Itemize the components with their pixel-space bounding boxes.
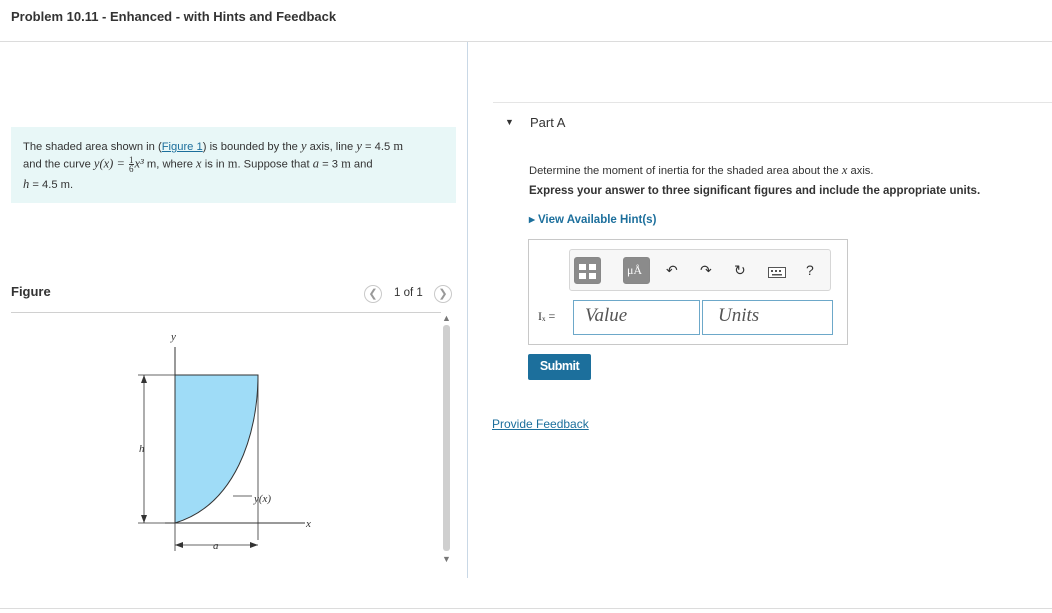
prev-figure-button[interactable]: ❮ [364,285,382,303]
figure-scrollbar[interactable] [443,325,450,551]
templates-button[interactable] [574,257,601,284]
view-hints-link[interactable]: ▸ View Available Hint(s) [529,212,656,226]
panel-divider [467,42,468,578]
templates-icon [579,264,596,279]
figure-label-y: y [170,331,176,343]
figure-pager-count: 1 of 1 [394,287,423,299]
question-text: Determine the moment of inertia for the … [529,163,874,177]
collapse-caret-icon[interactable]: ▼ [505,117,514,127]
footer-divider [0,608,1052,609]
provide-feedback-link[interactable]: Provide Feedback [492,417,589,431]
part-a-title[interactable]: Part A [530,115,565,130]
next-figure-button[interactable]: ❯ [434,285,452,303]
scroll-down-arrow-icon[interactable]: ▼ [442,554,451,564]
keyboard-icon[interactable] [768,265,786,281]
part-a-header[interactable] [493,102,1052,155]
problem-line-1: The shaded area shown in (Figure 1) is b… [23,139,404,153]
figure-divider [11,312,441,313]
units-symbol-button[interactable]: μÅ [623,257,650,284]
shaded-area [174,374,259,524]
value-input[interactable]: Value [573,300,700,335]
scroll-up-arrow-icon[interactable]: ▲ [442,313,451,323]
figure-label: Figure [11,284,51,299]
submit-button[interactable]: Submit [528,354,591,380]
instruction-text: Express your answer to three significant… [529,185,981,197]
undo-icon[interactable]: ↶ [666,262,678,279]
units-input[interactable]: Units [702,300,833,335]
help-icon[interactable]: ? [806,262,814,278]
page-title: Problem 10.11 - Enhanced - with Hints an… [11,9,337,24]
problem-line-3: h = 4.5 m. [23,177,74,191]
figure-diagram: y h y(x) x a [138,331,311,552]
problem-line-2: and the curve y(x) = 1 6 x³ m, where x is … [23,155,373,174]
figure-label-a: a [213,540,219,552]
reset-icon[interactable]: ↻ [734,262,746,279]
redo-icon[interactable]: ↷ [700,262,712,279]
fraction: 16 [129,155,134,174]
figure-label-yx: y(x) [253,493,271,505]
figure-link[interactable]: Figure 1 [162,141,203,153]
answer-label: Iₓ = [538,309,556,323]
problem-statement: The shaded area shown in (Figure 1) is b… [11,127,456,203]
figure-label-x: x [305,518,311,530]
figure-label-h: h [139,443,145,455]
math-toolbar: μÅ ↶ ↷ ↻ ? [569,249,831,291]
header-divider [0,41,1052,42]
